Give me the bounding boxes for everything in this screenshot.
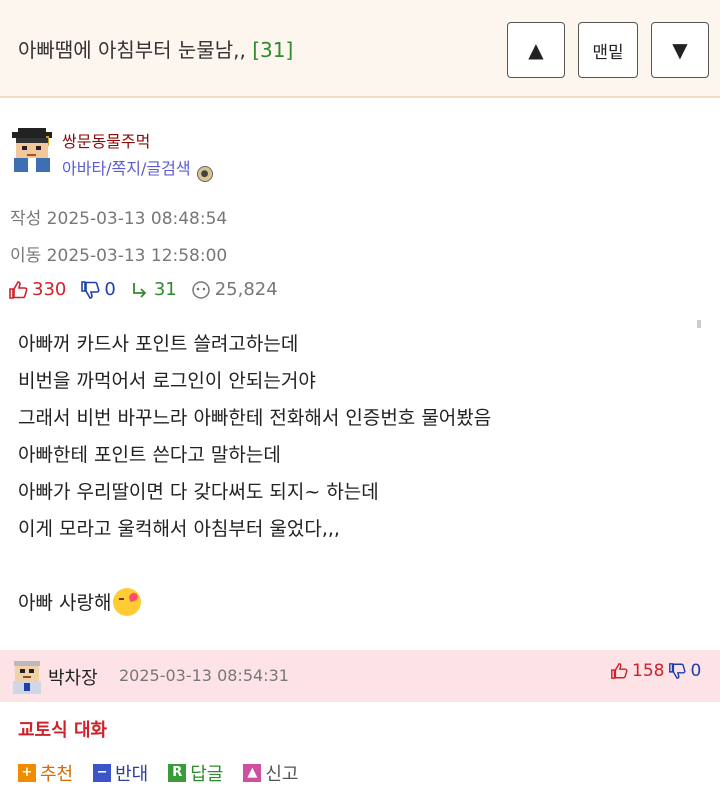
downvote-count: 0 xyxy=(104,279,116,300)
post-stats: 330 0 31 25,824 xyxy=(8,279,292,300)
author-avatar[interactable] xyxy=(10,126,54,174)
commenter-avatar[interactable] xyxy=(10,659,44,695)
written-date: 작성 2025-03-13 08:48:54 xyxy=(10,209,228,229)
body-line: 아빠한테 포인트 쓴다고 말하는데 xyxy=(18,444,281,466)
thumbs-up-icon xyxy=(611,663,628,679)
post-author[interactable]: 쌍문동물주먹 xyxy=(62,128,150,152)
views-count: 25,824 xyxy=(214,279,278,300)
kiss-emoji-icon xyxy=(113,588,142,616)
reply-r-icon: R xyxy=(168,764,187,782)
comment-upvote[interactable]: 158 xyxy=(610,661,664,681)
recommend-label: 추천 xyxy=(40,764,74,785)
upvote-stat[interactable]: 330 xyxy=(8,279,66,300)
commenter-name[interactable]: 박차장 xyxy=(48,664,98,690)
siren-icon: ▲ xyxy=(243,764,262,782)
recommend-button[interactable]: + 추천 xyxy=(18,760,73,786)
thumbs-down-icon xyxy=(669,663,686,679)
body-line: 아빠가 우리딸이면 다 갖다써도 되지~ 하는데 xyxy=(18,481,379,503)
author-links[interactable]: 아바타/쪽지/글검색 ● xyxy=(62,155,213,182)
reply-stat-count: 31 xyxy=(153,279,177,300)
eyes-face-icon xyxy=(191,280,210,299)
reply-stat[interactable]: 31 xyxy=(130,279,177,300)
downvote-stat[interactable]: 0 xyxy=(80,279,116,300)
body-line: 이게 모라고 울컥해서 아침부터 울었다,,, xyxy=(18,518,340,540)
scroll-indicator xyxy=(697,320,701,328)
report-button[interactable]: ▲ 신고 xyxy=(243,760,299,786)
body-line: 아빠 사랑해 xyxy=(18,592,112,614)
report-label: 신고 xyxy=(265,764,299,785)
body-blank-line xyxy=(18,548,491,585)
thumbs-down-icon xyxy=(81,280,100,299)
scroll-top-button[interactable]: ▲ xyxy=(507,22,565,78)
comment-downvote-count: 0 xyxy=(690,661,702,681)
comment-actions: + 추천 − 반대 R 답글 ▲ 신고 xyxy=(18,760,319,786)
comment-downvote[interactable]: 0 xyxy=(668,661,701,681)
level-badge-icon: ● xyxy=(196,166,213,182)
reply-label: 답글 xyxy=(190,764,224,785)
comment-text: 교토식 대화 xyxy=(18,720,108,741)
body-line: 비번을 까먹어서 로그인이 안되는거야 xyxy=(18,370,316,392)
scroll-down-button[interactable]: ▼ xyxy=(651,22,709,78)
post-title-text: 아빠땜에 아침부터 눈물남,, xyxy=(18,38,246,62)
moved-date: 이동 2025-03-13 12:58:00 xyxy=(10,246,228,266)
post-title: 아빠땜에 아침부터 눈물남,, [31] xyxy=(18,34,293,63)
oppose-label: 반대 xyxy=(115,764,149,785)
oppose-button[interactable]: − 반대 xyxy=(93,760,148,786)
comment-time: 2025-03-13 08:54:31 xyxy=(119,666,289,685)
body-line-last: 아빠 사랑해 xyxy=(18,585,491,622)
scroll-bottom-label: 맨밑 xyxy=(592,42,624,63)
reply-arrow-icon xyxy=(132,282,147,298)
post-body: 아빠꺼 카드사 포인트 쓸려고하는데 비번을 까먹어서 로그인이 안되는거야 그… xyxy=(18,326,491,622)
post-header: 아빠땜에 아침부터 눈물남,, [31] ▲ 맨밑 ▼ xyxy=(0,0,720,98)
upvote-count: 330 xyxy=(32,279,67,300)
scroll-bottom-button[interactable]: 맨밑 xyxy=(578,22,638,78)
triangle-up-icon: ▲ xyxy=(528,38,544,62)
reply-count[interactable]: [31] xyxy=(252,38,293,62)
minus-icon: − xyxy=(93,764,112,782)
reply-button[interactable]: R 답글 xyxy=(168,760,223,786)
plus-icon: + xyxy=(18,764,36,782)
triangle-down-icon: ▼ xyxy=(672,38,688,62)
body-line: 아빠꺼 카드사 포인트 쓸려고하는데 xyxy=(18,333,299,355)
body-line: 그래서 비번 바꾸느라 아빠한테 전화해서 인증번호 물어봤음 xyxy=(18,407,492,429)
author-links-text[interactable]: 아바타/쪽지/글검색 xyxy=(62,159,191,178)
comment-votes: 158 0 xyxy=(610,661,701,681)
thumbs-up-icon xyxy=(9,280,28,299)
views-stat: 25,824 xyxy=(191,279,278,300)
comment-upvote-count: 158 xyxy=(632,661,665,681)
